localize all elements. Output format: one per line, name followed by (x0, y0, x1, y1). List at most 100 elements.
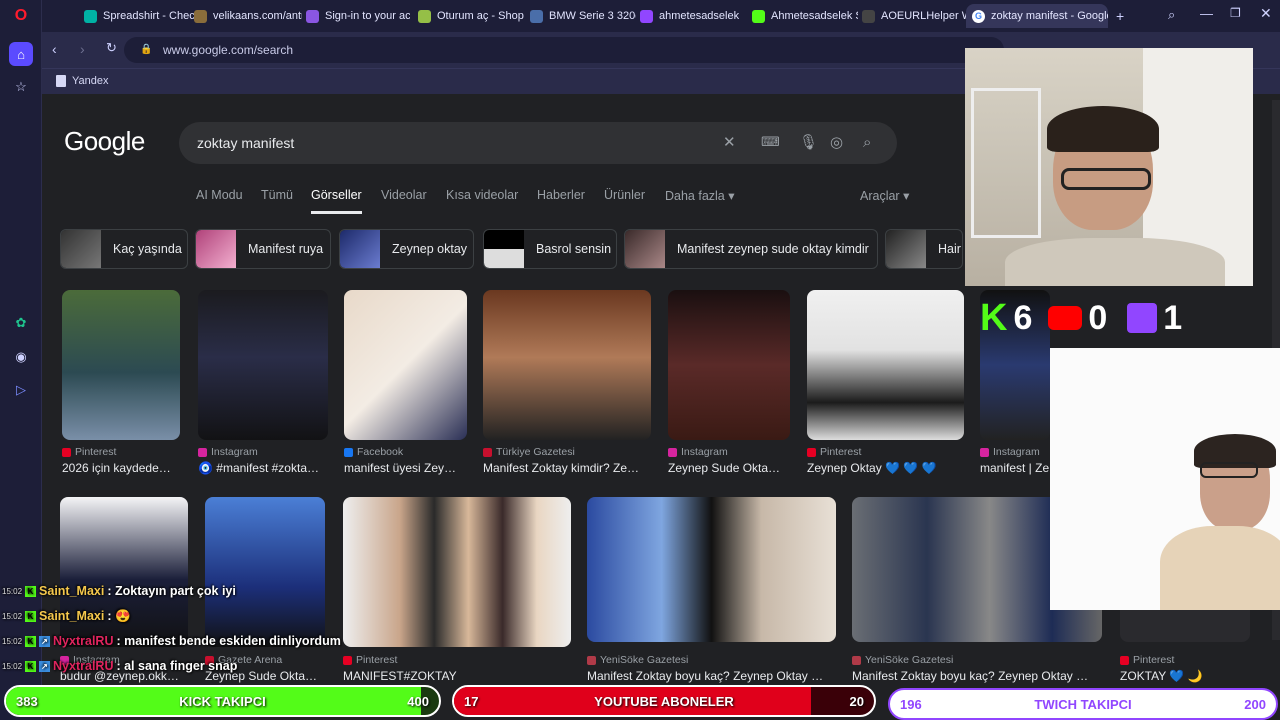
result-source[interactable]: Pinterest (807, 446, 861, 458)
result-image[interactable] (198, 290, 328, 440)
result-source[interactable]: Instagram (668, 446, 728, 458)
result-image[interactable] (344, 290, 467, 440)
tab-favicon-icon (84, 9, 97, 23)
tab-news[interactable]: Haberler (537, 188, 585, 202)
result-image[interactable] (483, 290, 651, 440)
mic-icon[interactable]: 🎙 (799, 122, 818, 164)
tab-google-active[interactable]: Gzoktay manifest - Google (966, 4, 1108, 28)
chip-manifest-zeynep-kimdir[interactable]: Manifest zeynep sude oktay kimdir (624, 229, 878, 269)
arrow-badge-icon: ↗ (39, 660, 51, 672)
result-image[interactable] (587, 497, 836, 642)
player-icon[interactable]: ◉ (9, 345, 33, 369)
result-caption[interactable]: 🧿 #manifest #zokta… (198, 461, 333, 475)
tab-videos[interactable]: Videolar (381, 188, 427, 202)
tab-shopify[interactable]: Oturum aç - Shopif (412, 4, 524, 28)
result-caption[interactable]: ZOKTAY 💙 🌙 (1120, 669, 1250, 683)
tab-twitch[interactable]: ahmetesadselek - T (634, 4, 742, 28)
result-source[interactable]: Facebook (344, 446, 403, 458)
minimize-icon[interactable]: — (1200, 6, 1213, 21)
kick-goal-bar: 383 KICK TAKIPCI 400 (4, 685, 441, 717)
chatgpt-icon[interactable]: ✿ (9, 311, 33, 335)
result-caption[interactable]: manifest | Ze (980, 461, 1050, 475)
tab-all[interactable]: Tümü (261, 188, 293, 202)
chat-message: 15:02 K Saint_Maxi: 😍 (2, 605, 131, 627)
chat-text: : al sana finger snap (116, 659, 238, 673)
star-icon[interactable]: ☆ (9, 75, 33, 99)
chip-zeynep-oktay[interactable]: Zeynep oktay (339, 229, 474, 269)
result-caption[interactable]: Zeynep Sude Okta… (668, 461, 793, 475)
maximize-icon[interactable]: ❐ (1230, 6, 1241, 20)
result-source[interactable]: Pinterest (1120, 654, 1174, 666)
tab-favicon-icon (530, 9, 543, 23)
tools-button[interactable]: Araçlar ▾ (860, 188, 909, 203)
tab-velikaans[interactable]: velikaans.com/antre (188, 4, 302, 28)
close-window-icon[interactable]: ✕ (1260, 5, 1272, 22)
result-caption[interactable]: 2026 için kaydede… (62, 461, 182, 475)
result-source[interactable]: Instagram (980, 446, 1040, 458)
tab-more[interactable]: Daha fazla ▾ (665, 188, 735, 203)
tab-spreadshirt[interactable]: Spreadshirt - Check (78, 4, 196, 28)
result-caption[interactable]: Manifest Zoktay boyu kaç? Zeynep Oktay … (852, 669, 1097, 683)
chip-age[interactable]: Kaç yaşında (60, 229, 188, 269)
search-query: zoktay manifest (197, 135, 295, 151)
result-caption[interactable]: manifest üyesi Zey… (344, 461, 469, 475)
chat-time: 15:02 (2, 586, 23, 596)
glasses (1061, 168, 1151, 190)
tab-products[interactable]: Ürünler (604, 188, 645, 202)
result-caption[interactable]: Manifest Zoktay kimdir? Ze… (483, 461, 651, 475)
search-icon[interactable]: ⌕ (863, 122, 871, 164)
tab-bmw[interactable]: BMW Serie 3 320d (524, 4, 636, 28)
aria-icon[interactable]: ▷ (9, 378, 33, 402)
chat-time: 15:02 (2, 661, 23, 671)
home-icon[interactable]: ⌂ (9, 42, 33, 66)
tab-aoeurlhelper[interactable]: AOEURLHelper Win (856, 4, 968, 28)
tab-signin[interactable]: Sign-in to your acc (300, 4, 410, 28)
result-source[interactable]: YeniSöke Gazetesi (852, 654, 953, 666)
tab-short-videos[interactable]: Kısa videolar (446, 188, 518, 202)
forward-icon[interactable]: › (80, 41, 85, 57)
result-caption[interactable]: Manifest Zoktay boyu kaç? Zeynep Oktay … (587, 669, 836, 683)
chat-text: : manifest bende eskiden dinliyordum (116, 634, 341, 648)
tab-ai-mode[interactable]: AI Modu (196, 188, 243, 202)
result-source[interactable]: YeniSöke Gazetesi (587, 654, 688, 666)
source-favicon-icon (198, 447, 207, 457)
tab-strip: Spreadshirt - Check velikaans.com/antre … (42, 0, 1280, 32)
search-input[interactable]: zoktay manifest ✕ ⌨ 🎙 ◎ ⌕ (179, 122, 897, 164)
keyboard-icon[interactable]: ⌨ (761, 121, 780, 163)
chat-user: NyxtralRU (53, 659, 114, 673)
reload-icon[interactable]: ↻ (106, 40, 117, 56)
bookmark-yandex[interactable]: Yandex (72, 75, 109, 87)
result-source[interactable]: Instagram (198, 446, 258, 458)
source-name: Pinterest (1133, 654, 1175, 666)
source-favicon-icon (668, 447, 677, 457)
source-name: YeniSöke Gazetesi (865, 654, 954, 666)
source-favicon-icon (980, 447, 989, 457)
chip-thumbnail (340, 230, 380, 268)
result-source[interactable]: Türkiye Gazetesi (483, 446, 575, 458)
new-tab-icon[interactable]: + (1116, 8, 1124, 24)
result-source[interactable]: Pinterest (62, 446, 116, 458)
chip-thumbnail (484, 230, 524, 268)
tab-search-icon[interactable]: ⌕ (1168, 7, 1175, 23)
tab-title: Sign-in to your acc (325, 10, 410, 22)
back-icon[interactable]: ‹ (52, 41, 57, 57)
tab-favicon-icon (862, 9, 875, 23)
result-image[interactable] (62, 290, 180, 440)
chat-message: 15:02 K ↗ NyxtralRU: manifest bende eskiden… (2, 630, 341, 652)
google-logo[interactable]: Google (64, 126, 145, 157)
result-image[interactable] (807, 290, 964, 440)
opera-logo-icon[interactable]: O (9, 4, 33, 28)
tab-images[interactable]: Görseller (311, 188, 362, 214)
address-bar[interactable]: 🔒 www.google.com/search (124, 37, 1004, 63)
lens-icon[interactable]: ◎ (830, 122, 843, 164)
chip-manifest-ruya[interactable]: Manifest ruya (195, 229, 331, 269)
arrow-badge-icon: ↗ (39, 635, 51, 647)
chip-basrol-sensin[interactable]: Basrol sensin (483, 229, 617, 269)
webcam-overlay-top (965, 48, 1253, 286)
chip-hair[interactable]: Hair m (885, 229, 963, 269)
result-caption[interactable]: Zeynep Oktay 💙 💙 💙 (807, 461, 964, 475)
tab-kick[interactable]: Ahmetesadselek Str (746, 4, 858, 28)
clear-icon[interactable]: ✕ (723, 122, 736, 164)
chip-label: Manifest ruya (248, 242, 324, 256)
result-image[interactable] (668, 290, 790, 440)
